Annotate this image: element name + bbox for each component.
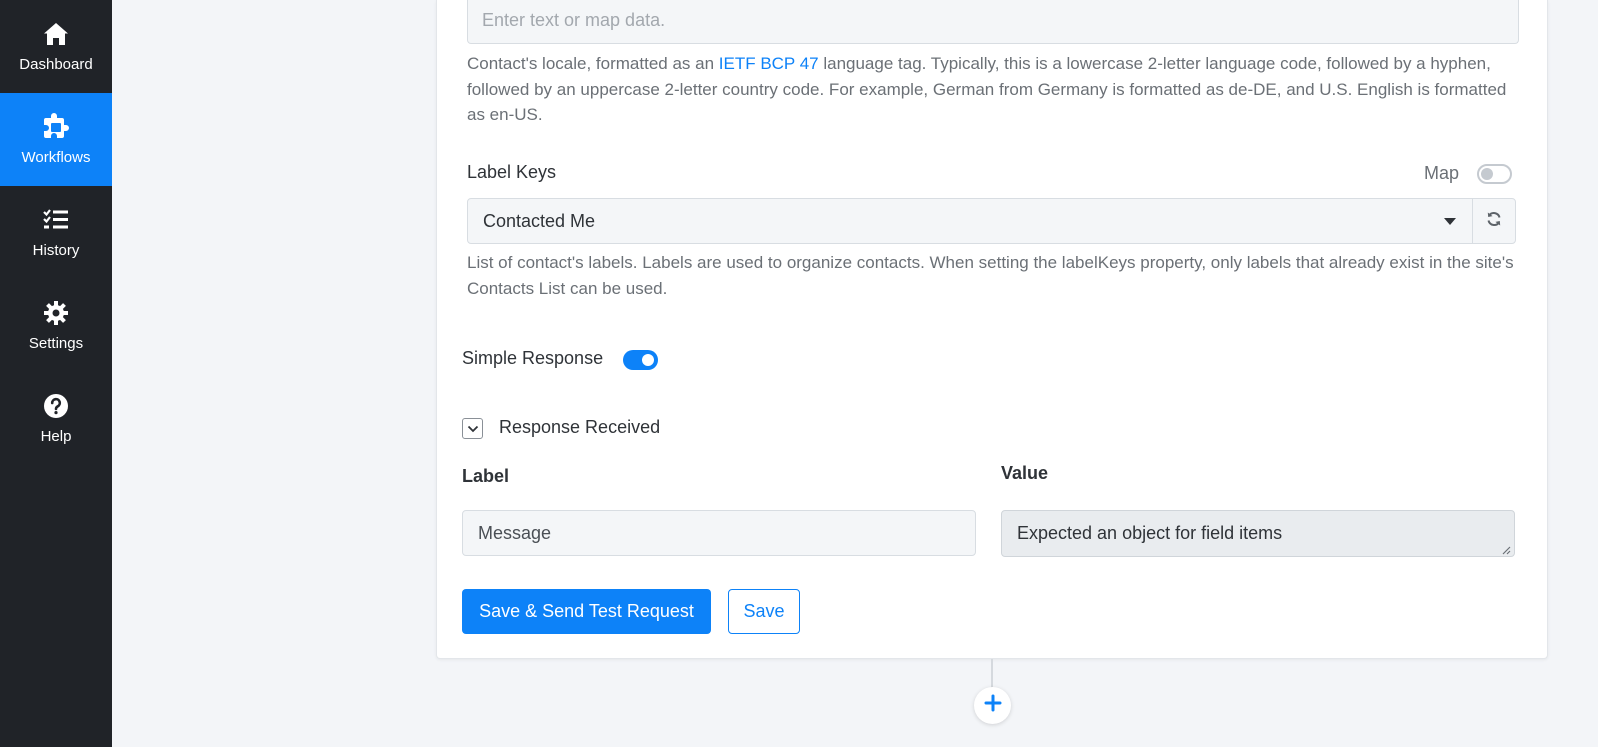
sidebar-item-workflows[interactable]: Workflows (0, 93, 112, 186)
checklist-icon (42, 206, 70, 234)
response-value-field[interactable]: Expected an object for field items (1001, 510, 1515, 557)
sidebar-item-history[interactable]: History (0, 186, 112, 279)
sidebar-item-label: Workflows (21, 149, 91, 166)
question-circle-icon (42, 392, 70, 420)
puzzle-icon (42, 113, 70, 141)
map-toggle[interactable] (1477, 164, 1512, 184)
home-icon (42, 20, 70, 48)
sidebar-item-label: History (32, 242, 80, 259)
simple-response-label: Simple Response (462, 348, 604, 368)
response-received-title: Response Received (499, 417, 661, 437)
map-label: Map (1424, 163, 1460, 183)
sidebar-item-dashboard[interactable]: Dashboard (0, 0, 112, 93)
simple-response-toggle[interactable] (623, 350, 658, 370)
plus-icon (984, 694, 1002, 717)
sidebar: Dashboard Workflows History Settings Hel… (0, 0, 112, 747)
sidebar-item-label: Settings (28, 335, 84, 352)
action-config-card: Contact's locale, formatted as an IETF B… (436, 0, 1548, 659)
chevron-down-icon (467, 420, 479, 438)
sidebar-item-label: Dashboard (19, 56, 93, 73)
label-keys-label: Label Keys (467, 162, 557, 182)
response-label-field[interactable] (462, 510, 976, 556)
save-send-test-button[interactable]: Save & Send Test Request (462, 589, 711, 634)
locale-input[interactable] (467, 0, 1519, 44)
refresh-button[interactable] (1472, 198, 1516, 244)
collapse-response-button[interactable] (462, 418, 483, 439)
resize-grip-icon[interactable] (1501, 542, 1511, 555)
sidebar-item-label: Help (40, 428, 72, 445)
sidebar-item-help[interactable]: Help (0, 372, 112, 465)
save-button[interactable]: Save (728, 589, 800, 634)
locale-help-text: Contact's locale, formatted as an IETF B… (467, 51, 1519, 128)
label-column-header: Label (462, 466, 510, 486)
value-column-header: Value (1001, 463, 1049, 483)
ietf-bcp47-link[interactable]: IETF BCP 47 (719, 54, 819, 73)
sidebar-item-settings[interactable]: Settings (0, 279, 112, 372)
caret-down-icon (1444, 218, 1456, 225)
locale-help-before: Contact's locale, formatted as an (467, 54, 719, 73)
step-connector (991, 659, 993, 689)
gear-icon (42, 299, 70, 327)
label-keys-help-text: List of contact's labels. Labels are use… (467, 253, 1514, 298)
add-step-button[interactable] (974, 687, 1011, 724)
label-keys-selected-value: Contacted Me (483, 210, 596, 231)
label-keys-select[interactable]: Contacted Me (467, 198, 1473, 244)
refresh-icon (1486, 211, 1502, 232)
